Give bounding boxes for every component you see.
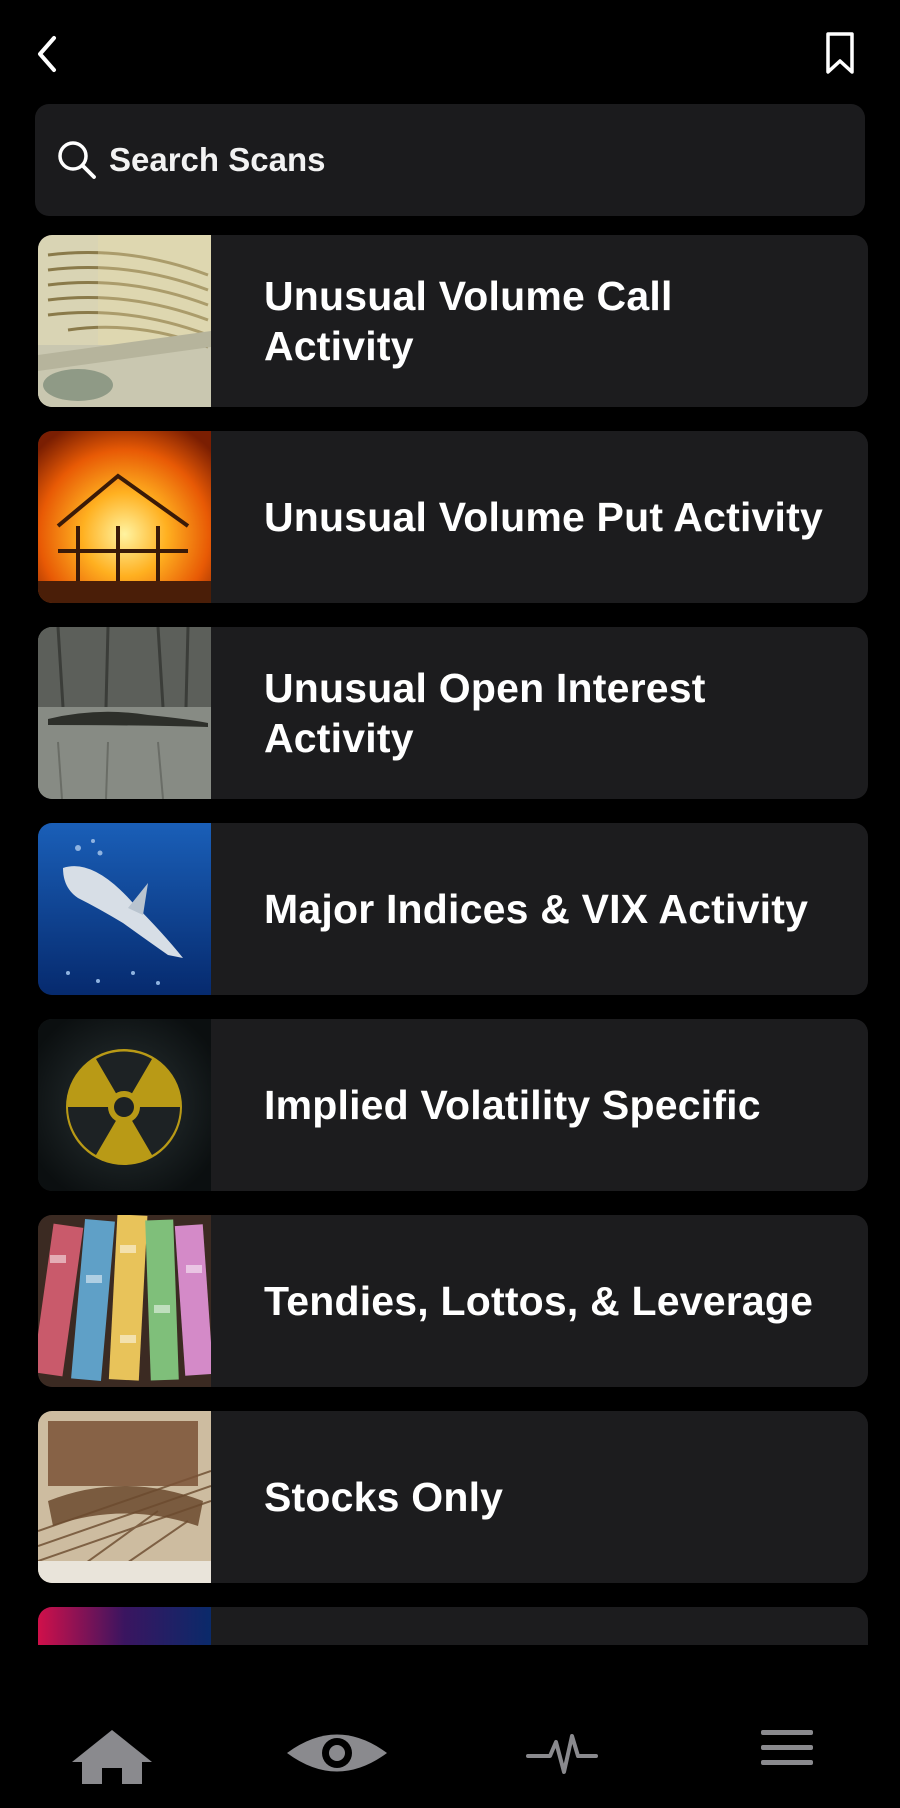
back-button[interactable] [30,32,70,76]
scan-item-unusual-open-interest[interactable]: Unusual Open Interest Activity [38,627,868,799]
tab-activity[interactable] [502,1690,622,1808]
home-icon [72,1730,152,1784]
pulse-icon [526,1734,598,1774]
alligator-image [38,627,211,799]
bookmark-button[interactable] [820,30,860,78]
menu-icon [761,1730,813,1765]
search-placeholder: Search Scans [109,141,326,178]
scan-item-unusual-volume-call[interactable]: Unusual Volume Call Activity [38,235,868,407]
chevron-left-icon [38,36,56,72]
tab-home[interactable] [52,1690,172,1808]
search-scans-field[interactable]: Search Scans [35,104,865,216]
cash-stack-image [38,235,211,407]
scan-title [264,1607,828,1645]
stock-certificate-image [38,1411,211,1583]
bottom-tab-bar [0,1690,900,1808]
top-bar [0,0,900,100]
scan-item-implied-volatility[interactable]: Implied Volatility Specific [38,1019,868,1191]
scan-title: Tendies, Lottos, & Leverage [264,1278,814,1324]
shark-image [38,823,211,995]
scan-title: Stocks Only [264,1474,504,1520]
scan-item-unusual-volume-put[interactable]: Unusual Volume Put Activity [38,431,868,603]
eye-icon [287,1734,387,1772]
burning-house-image [38,431,211,603]
scan-title: Major Indices & VIX Activity [264,886,809,932]
scan-title: Unusual Volume Call Activity [264,273,673,369]
neon-chart-image [38,1607,211,1645]
tab-menu[interactable] [727,1690,847,1808]
lottery-tickets-image [38,1215,211,1387]
bookmark-icon [826,32,854,74]
scan-title: Implied Volatility Specific [264,1082,761,1128]
scan-title: Unusual Volume Put Activity [264,494,823,540]
scan-list: Unusual Volume Call Activity Unusual Vol… [38,235,868,1645]
search-icon [58,141,96,179]
scan-title: Unusual Open Interest Activity [264,665,706,761]
scan-item-stocks-only[interactable]: Stocks Only [38,1411,868,1583]
tab-watch[interactable] [277,1690,397,1808]
radiation-symbol-image [38,1019,211,1191]
scan-item-partial[interactable] [38,1607,868,1645]
scan-item-major-indices-vix[interactable]: Major Indices & VIX Activity [38,823,868,995]
scan-item-tendies-lottos-leverage[interactable]: Tendies, Lottos, & Leverage [38,1215,868,1387]
